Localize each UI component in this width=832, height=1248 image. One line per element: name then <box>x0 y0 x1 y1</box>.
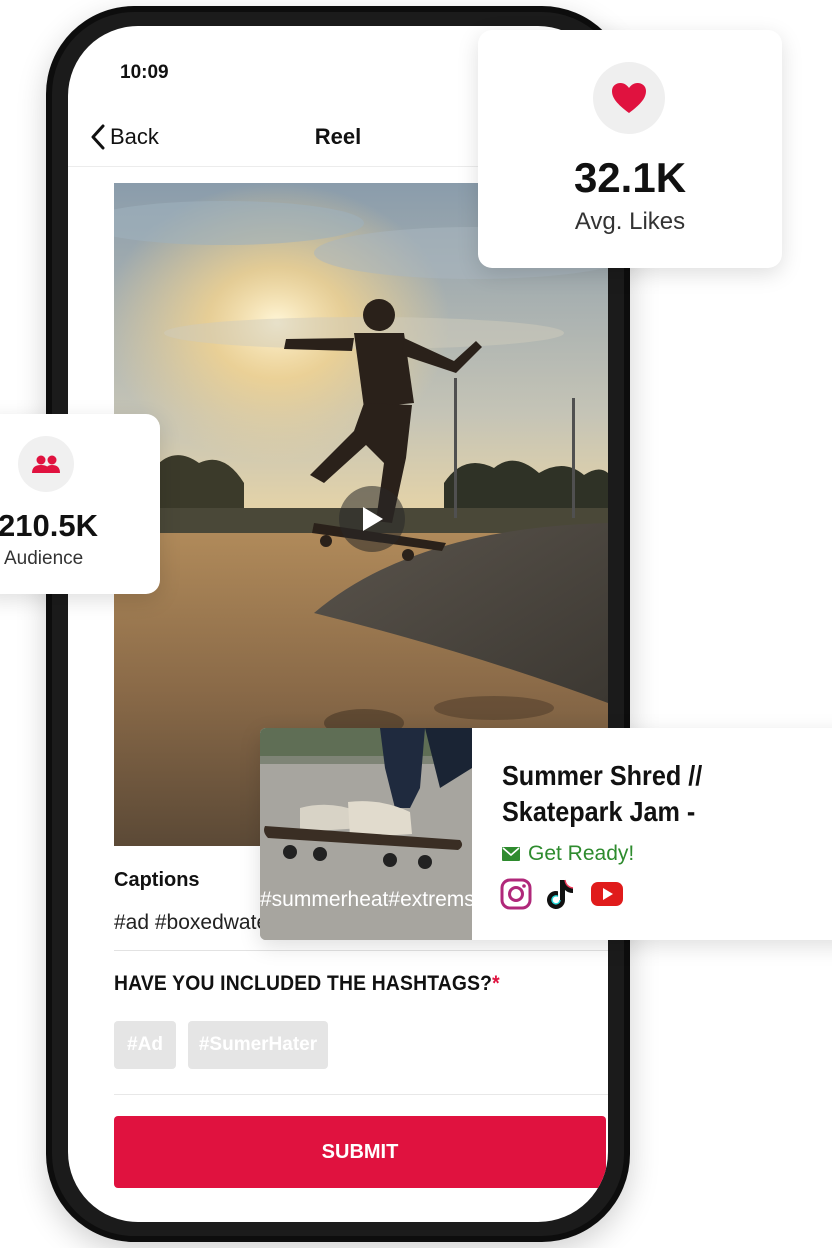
social-icons <box>500 878 638 910</box>
instagram-icon[interactable] <box>500 878 532 910</box>
captions-title: Captions <box>114 869 200 891</box>
tiktok-icon[interactable] <box>546 878 576 910</box>
hashtag-chip-ad[interactable]: #Ad <box>114 1021 176 1069</box>
audience-card: 210.5K Audience <box>0 414 160 594</box>
heart-icon <box>593 62 665 134</box>
youtube-icon[interactable] <box>590 881 624 907</box>
play-button[interactable] <box>339 486 405 552</box>
submit-button[interactable]: SUBMIT <box>114 1116 606 1188</box>
captions-text[interactable]: #ad #boxedwater <box>114 911 284 935</box>
audience-label: Audience <box>4 548 84 569</box>
audience-value: 210.5K <box>0 508 98 543</box>
hashtag-question-text: HAVE YOU INCLUDED THE HASHTAGS? <box>114 972 493 995</box>
hashtag-question: HAVE YOU INCLUDED THE HASHTAGS?* <box>114 972 500 996</box>
post-cta-text: Get Ready! <box>528 842 635 865</box>
post-title: Summer Shred // Skatepark Jam - <box>502 758 799 830</box>
play-icon <box>363 507 383 531</box>
avg-likes-label: Avg. Likes <box>574 208 686 235</box>
avg-likes-card: 32.1K Avg. Likes <box>478 30 782 268</box>
required-mark: * <box>492 972 500 995</box>
post-thumbnail: #summerheat#extremsp <box>260 728 472 940</box>
status-time: 10:09 <box>120 62 169 83</box>
hashtag-chip-sumerhater[interactable]: #SumerHater <box>188 1021 328 1069</box>
post-title-line2: Skatepark Jam - <box>502 796 696 827</box>
avg-likes-value: 32.1K <box>573 154 687 201</box>
post-title-line1: Summer Shred // <box>502 760 703 791</box>
divider <box>114 1094 608 1095</box>
users-icon <box>18 436 74 492</box>
divider <box>114 950 608 951</box>
captions-overlay-text: #summerheat#extremsp <box>260 888 472 911</box>
post-cta: Get Ready! <box>502 842 634 866</box>
post-preview-card[interactable]: #summerheat#extremsp Summer Shred // Ska… <box>260 728 832 940</box>
mail-icon <box>502 847 520 861</box>
